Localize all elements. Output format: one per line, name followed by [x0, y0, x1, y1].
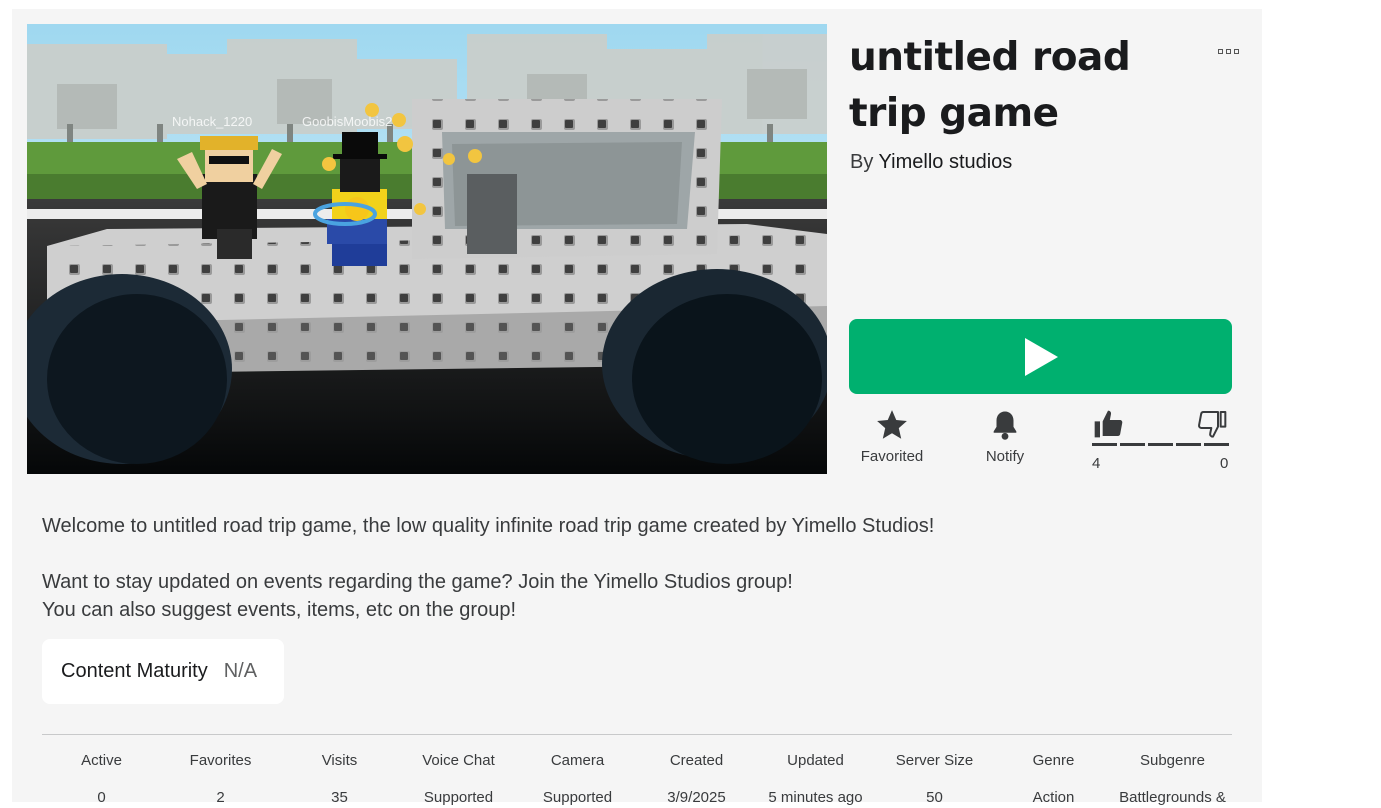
stat-updated: Updated 5 minutes ago [768, 752, 863, 806]
star-icon [877, 410, 907, 439]
game-thumbnail[interactable]: Nohack_1220 GoobisMoobis2 [27, 24, 827, 474]
stat-genre: Genre Action [1032, 752, 1075, 806]
stat-created: Created 3/9/2025 [667, 752, 726, 806]
downvote-count: 0 [1220, 455, 1229, 472]
description-line: Want to stay updated on events regarding… [42, 571, 793, 593]
content-maturity-value: N/A [223, 660, 258, 682]
thumbnail-player-name-1: Nohack_1220 [172, 114, 252, 129]
content-maturity-label: Content Maturity [61, 660, 208, 682]
favorite-button[interactable]: Favorited [847, 408, 937, 465]
content-maturity-badge: Content Maturity N/A [42, 639, 284, 704]
creator-link[interactable]: Yimello studios [879, 151, 1013, 173]
upvote-button[interactable] [1092, 408, 1124, 445]
thumbs-up-icon [1094, 410, 1123, 438]
description-line: Welcome to untitled road trip game, the … [42, 515, 935, 537]
stat-favorites: Favorites 2 [189, 752, 252, 806]
play-icon [1024, 337, 1058, 376]
stat-active: Active 0 [81, 752, 122, 806]
stat-voice-chat: Voice Chat Supported [422, 752, 495, 806]
creator-byline: By Yimello studios [850, 151, 1012, 174]
notify-label: Notify [985, 448, 1025, 465]
downvote-button[interactable] [1196, 408, 1228, 445]
stat-server-size: Server Size 50 [895, 752, 974, 806]
play-button[interactable] [849, 319, 1232, 394]
thumbnail-image: Nohack_1220 GoobisMoobis2 [27, 24, 827, 474]
description-line: You can also suggest events, items, etc … [42, 599, 517, 621]
notify-button[interactable]: Notify [960, 408, 1050, 465]
game-title: untitled road trip game [849, 35, 1131, 136]
thumbs-down-icon [1198, 411, 1227, 438]
game-description: Welcome to untitled road trip game, the … [42, 512, 1222, 624]
stats-divider [42, 734, 1232, 735]
favorite-label: Favorited [860, 448, 924, 465]
by-prefix: By [850, 151, 874, 173]
stat-subgenre: Subgenre Battlegrounds & [1119, 752, 1226, 806]
more-options-icon[interactable] [1212, 40, 1244, 62]
bell-icon [993, 411, 1017, 440]
game-stats-table: Active 0 Favorites 2 Visits 35 Voice Chat Su… [42, 751, 1232, 808]
thumbnail-player-name-2: GoobisMoobis2 [302, 114, 392, 129]
upvote-count: 4 [1092, 455, 1101, 472]
stat-visits: Visits 35 [321, 752, 358, 806]
stat-camera: Camera Supported [542, 752, 613, 806]
vote-ratio-bar [1092, 443, 1229, 446]
